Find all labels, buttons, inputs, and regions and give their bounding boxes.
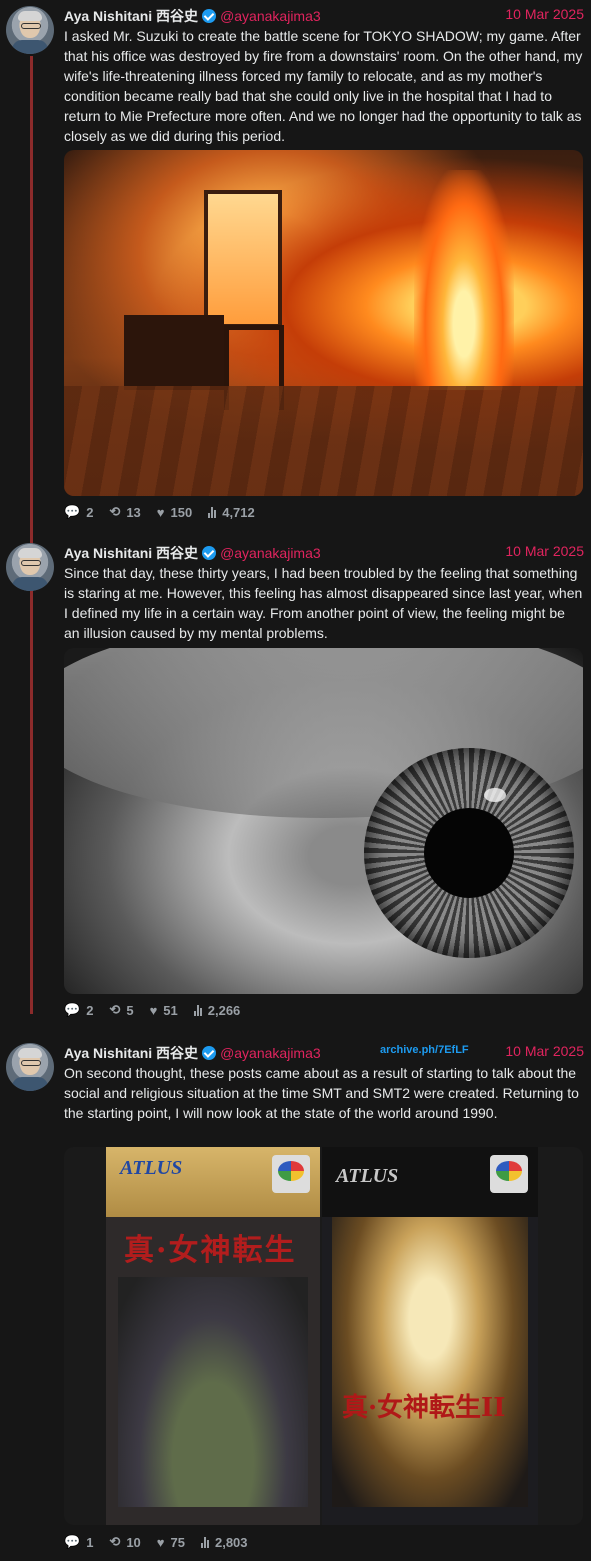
tweet-2[interactable]: Aya Nishitani 西谷史 @ayanakajima3 10 Mar 20…	[0, 537, 591, 1027]
pupil-shape	[424, 808, 514, 898]
repost-icon: ⟲	[109, 1002, 121, 1017]
author-name[interactable]: Aya Nishitani 西谷史	[64, 1045, 198, 1061]
avatar[interactable]	[6, 1043, 54, 1091]
reply-stat[interactable]: 💬 2	[64, 1002, 93, 1018]
tweet-date[interactable]: 10 Mar 2025	[505, 6, 584, 22]
heart-icon: ♥	[156, 504, 165, 520]
floor-shape	[64, 386, 583, 496]
heart-icon: ♥	[149, 1002, 158, 1018]
tweet-header: Aya Nishitani 西谷史 @ayanakajima3 archive.p…	[64, 1043, 584, 1063]
tweet-image[interactable]: ATLUS 真·女神転生 ATLUS 真·女神転生II	[64, 1147, 583, 1525]
author-handle[interactable]: @ayanakajima3	[220, 8, 321, 24]
repost-stat[interactable]: ⟲ 5	[109, 1002, 133, 1018]
tweet-header: Aya Nishitani 西谷史 @ayanakajima3 10 Mar 20…	[64, 6, 584, 26]
tweet-image[interactable]	[64, 150, 583, 496]
author-name[interactable]: Aya Nishitani 西谷史	[64, 8, 198, 24]
reply-stat[interactable]: 💬 2	[64, 504, 93, 520]
author-handle[interactable]: @ayanakajima3	[220, 545, 321, 561]
like-stat[interactable]: ♥ 51	[150, 1003, 178, 1018]
tweet-text: I asked Mr. Suzuki to create the battle …	[64, 28, 583, 144]
verified-badge-icon	[202, 9, 217, 23]
verified-badge-icon	[202, 546, 217, 560]
repost-icon: ⟲	[109, 1534, 121, 1549]
reply-icon: 💬	[64, 504, 81, 519]
eye-reflection-shape	[484, 788, 506, 802]
window-shape	[204, 190, 282, 328]
like-stat[interactable]: ♥ 75	[157, 1535, 185, 1550]
views-stat[interactable]: 2,803	[200, 1535, 248, 1550]
tweet-image[interactable]	[64, 648, 583, 994]
views-icon	[193, 1004, 202, 1016]
author-name[interactable]: Aya Nishitani 西谷史	[64, 545, 198, 561]
box-title: 真·女神転生	[124, 1233, 297, 1268]
reply-icon: 💬	[64, 1002, 81, 1017]
tweet-stats: 💬 2 ⟲ 5 ♥ 51 2,266	[64, 1001, 256, 1019]
box-artwork	[332, 1217, 528, 1507]
repost-icon: ⟲	[109, 504, 121, 519]
reply-icon: 💬	[64, 1534, 81, 1549]
dresser-shape	[124, 315, 224, 390]
fire-shape	[414, 170, 514, 390]
box-title: 真·女神転生II	[342, 1393, 506, 1423]
smt2-box-art: ATLUS 真·女神転生II	[322, 1147, 538, 1525]
views-stat[interactable]: 2,266	[193, 1003, 240, 1018]
smt-box-art: ATLUS 真·女神転生	[106, 1147, 320, 1525]
tweet-date[interactable]: 10 Mar 2025	[505, 543, 584, 559]
tweet-stats: 💬 2 ⟲ 13 ♥ 150 4,712	[64, 503, 271, 521]
views-icon	[200, 1536, 209, 1548]
heart-icon: ♥	[156, 1534, 165, 1550]
archive-link[interactable]: archive.ph/7EfLF	[380, 1044, 469, 1056]
views-icon	[208, 506, 217, 518]
views-stat[interactable]: 4,712	[208, 505, 255, 520]
tweet-text: Since that day, these thirty years, I ha…	[64, 565, 583, 641]
author-handle[interactable]: @ayanakajima3	[220, 1045, 321, 1061]
repost-stat[interactable]: ⟲ 10	[109, 1534, 140, 1550]
tweet-3[interactable]: Aya Nishitani 西谷史 @ayanakajima3 archive.p…	[0, 1037, 591, 1561]
tweet-date[interactable]: 10 Mar 2025	[505, 1043, 584, 1059]
super-famicom-logo-icon	[490, 1155, 528, 1193]
reply-stat[interactable]: 💬 1	[64, 1534, 93, 1550]
tweet-header: Aya Nishitani 西谷史 @ayanakajima3 10 Mar 20…	[64, 543, 584, 563]
atlus-logo: ATLUS	[120, 1157, 183, 1179]
avatar[interactable]	[6, 6, 54, 54]
super-famicom-logo-icon	[272, 1155, 310, 1193]
tweet-stats: 💬 1 ⟲ 10 ♥ 75 2,803	[64, 1533, 264, 1551]
like-stat[interactable]: ♥ 150	[157, 505, 192, 520]
verified-badge-icon	[202, 1046, 217, 1060]
tweet-text: On second thought, these posts came abou…	[64, 1065, 579, 1121]
repost-stat[interactable]: ⟲ 13	[109, 504, 140, 520]
tweet-1[interactable]: Aya Nishitani 西谷史 @ayanakajima3 10 Mar 20…	[0, 0, 591, 530]
avatar[interactable]	[6, 543, 54, 591]
box-artwork	[118, 1277, 308, 1507]
atlus-logo: ATLUS	[336, 1165, 399, 1187]
